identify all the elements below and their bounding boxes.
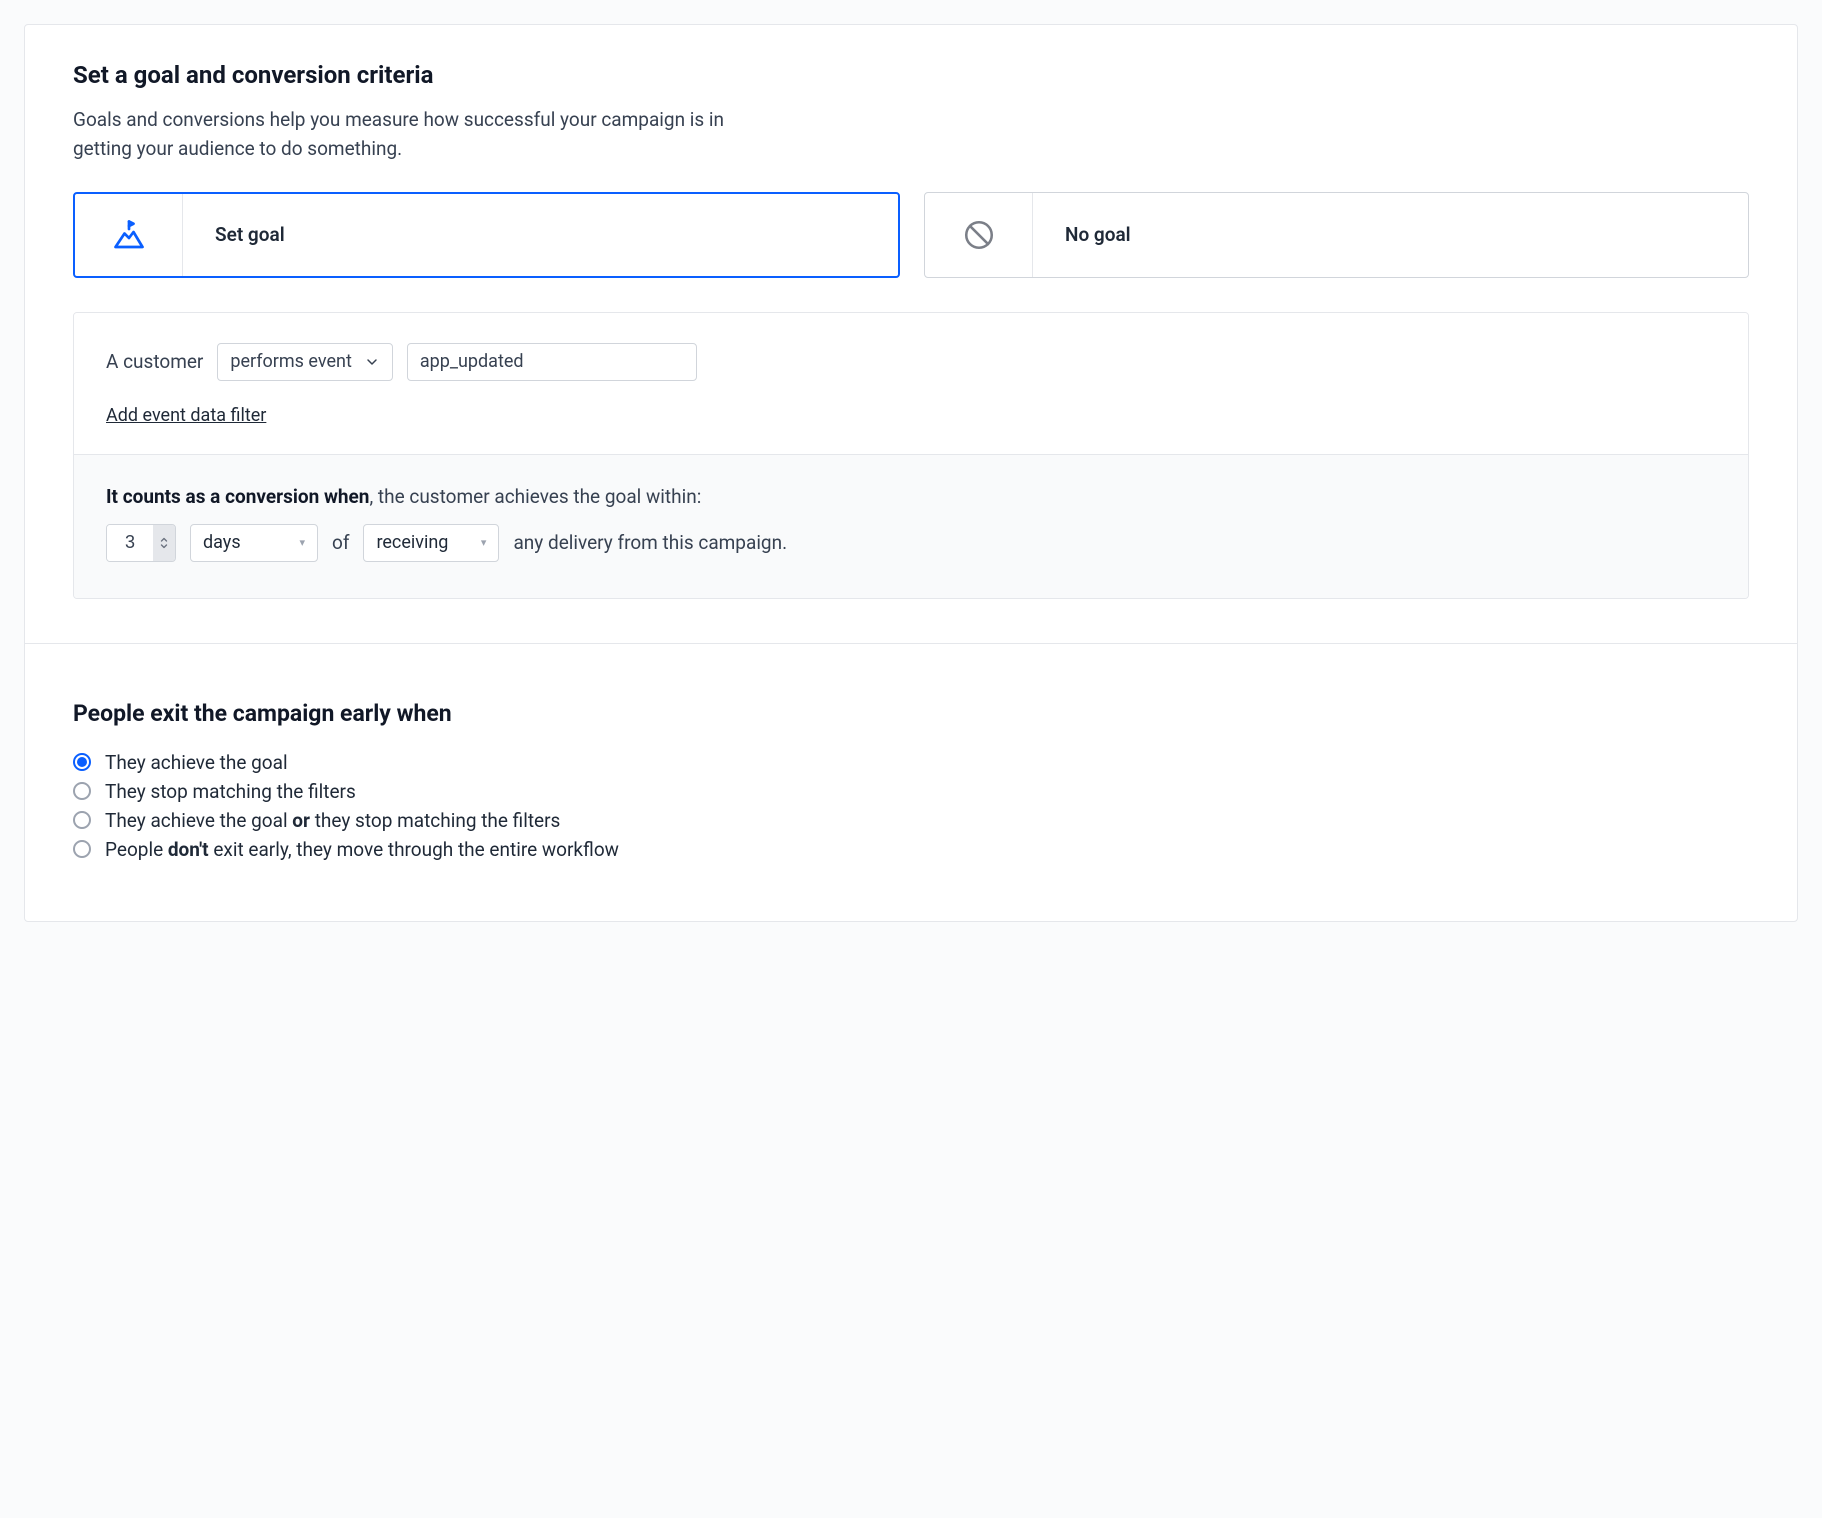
chevron-down-icon <box>364 354 380 370</box>
mountain-flag-icon <box>75 194 183 276</box>
conversion-label-rest: , the customer achieves the goal within: <box>369 485 701 508</box>
section-subtitle: Goals and conversions help you measure h… <box>73 105 773 164</box>
exit-section: People exit the campaign early when They… <box>73 644 1749 861</box>
goal-criteria-box: A customer performs event Add event data… <box>73 312 1749 599</box>
goal-criteria-top: A customer performs event Add event data… <box>74 313 1748 454</box>
relative-select[interactable]: receiving ▾ <box>363 524 499 562</box>
conversion-label: It counts as a conversion when, the cust… <box>106 485 1716 508</box>
caret-down-icon: ▾ <box>299 536 305 549</box>
conversion-tail-text: any delivery from this campaign. <box>513 531 787 554</box>
conversion-number-input-wrap <box>106 524 176 562</box>
no-goal-label: No goal <box>1033 193 1748 277</box>
radio-button[interactable] <box>73 811 91 829</box>
relative-value: receiving <box>376 532 448 553</box>
set-goal-label: Set goal <box>183 194 898 276</box>
exit-option-label: They achieve the goal <box>105 751 288 774</box>
exit-option-label: People don't exit early, they move throu… <box>105 838 619 861</box>
no-goal-icon <box>925 193 1033 277</box>
section-heading: Set a goal and conversion criteria <box>73 61 1749 89</box>
radio-button[interactable] <box>73 782 91 800</box>
goal-settings-card: Set a goal and conversion criteria Goals… <box>24 24 1798 922</box>
number-stepper[interactable] <box>153 525 175 561</box>
event-name-input[interactable] <box>407 343 697 381</box>
exit-option-1[interactable]: They stop matching the filters <box>73 780 1749 803</box>
time-unit-value: days <box>203 532 241 553</box>
exit-radio-list: They achieve the goal They stop matching … <box>73 751 1749 861</box>
condition-select-value: performs event <box>230 351 351 372</box>
exit-option-label: They stop matching the filters <box>105 780 356 803</box>
conversion-criteria: It counts as a conversion when, the cust… <box>74 454 1748 598</box>
condition-select[interactable]: performs event <box>217 343 392 381</box>
exit-option-2[interactable]: They achieve the goal or they stop match… <box>73 809 1749 832</box>
conversion-number-input[interactable] <box>107 525 153 561</box>
conversion-label-strong: It counts as a conversion when <box>106 485 369 508</box>
time-unit-select[interactable]: days ▾ <box>190 524 318 562</box>
exit-heading: People exit the campaign early when <box>73 700 1749 727</box>
exit-option-0[interactable]: They achieve the goal <box>73 751 1749 774</box>
radio-button[interactable] <box>73 840 91 858</box>
no-goal-option[interactable]: No goal <box>924 192 1749 278</box>
add-event-data-filter-link[interactable]: Add event data filter <box>106 405 266 426</box>
exit-option-label: They achieve the goal or they stop match… <box>105 809 560 832</box>
exit-option-3[interactable]: People don't exit early, they move throu… <box>73 838 1749 861</box>
set-goal-option[interactable]: Set goal <box>73 192 900 278</box>
goal-type-options: Set goal No goal <box>73 192 1749 278</box>
criteria-prefix: A customer <box>106 350 203 373</box>
of-text: of <box>332 531 349 554</box>
radio-button[interactable] <box>73 753 91 771</box>
caret-down-icon: ▾ <box>481 536 487 549</box>
